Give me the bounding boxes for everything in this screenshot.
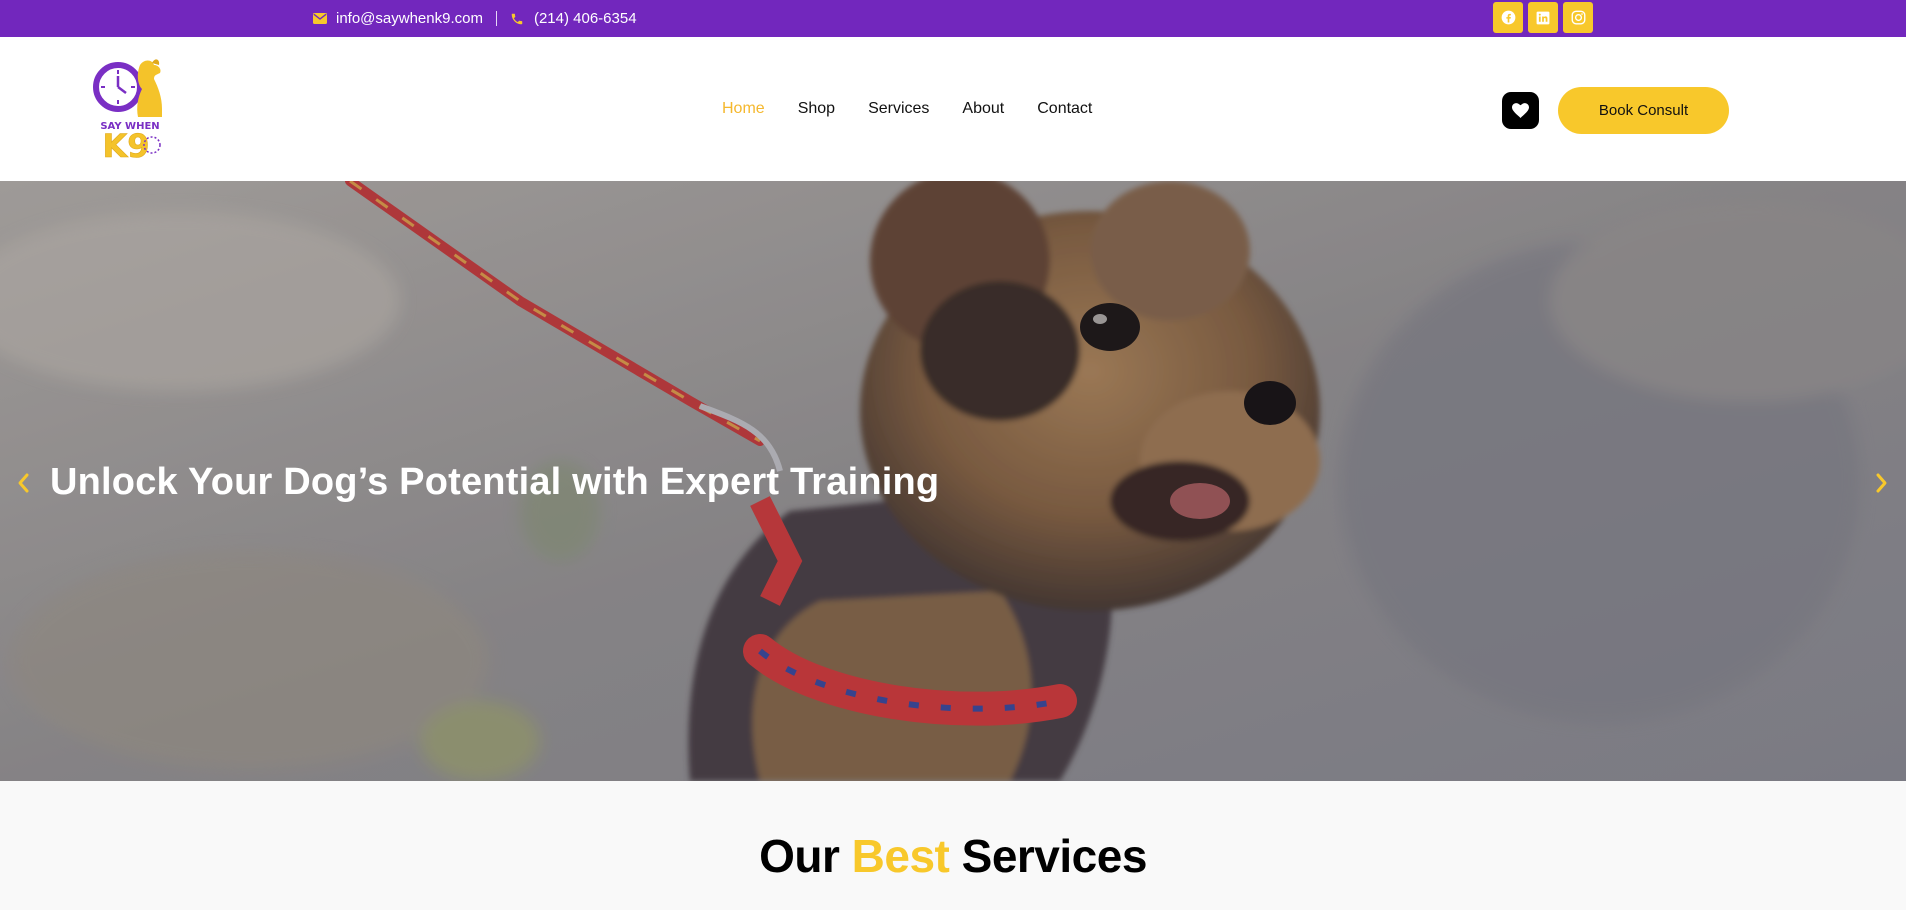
hero-slider: Unlock Your Dog’s Potential with Expert … <box>0 181 1906 781</box>
chevron-right-icon <box>1875 472 1889 494</box>
services-title-accent: Best <box>851 830 950 882</box>
linkedin-icon[interactable] <box>1528 2 1558 33</box>
nav-contact[interactable]: Contact <box>1037 100 1092 118</box>
envelope-icon <box>312 11 327 26</box>
heart-icon <box>1512 103 1529 118</box>
social-links <box>1493 2 1593 33</box>
phone-text: (214) 406-6354 <box>533 10 637 27</box>
services-title-part1: Our <box>759 830 840 882</box>
nav-services[interactable]: Services <box>868 100 929 118</box>
slider-prev-button[interactable] <box>11 468 35 498</box>
hero-heading: Unlock Your Dog’s Potential with Expert … <box>50 461 940 503</box>
slider-next-button[interactable] <box>1870 468 1894 498</box>
services-title: Our Best Services <box>0 829 1906 883</box>
contact-divider <box>495 11 497 26</box>
book-consult-button[interactable]: Book Consult <box>1558 87 1729 134</box>
services-section: Our Best Services <box>0 781 1906 910</box>
chevron-left-icon <box>16 472 30 494</box>
nav-about[interactable]: About <box>962 100 1004 118</box>
nav-home[interactable]: Home <box>722 100 765 118</box>
services-title-part2: Services <box>961 830 1148 882</box>
nav-shop[interactable]: Shop <box>798 100 835 118</box>
instagram-icon[interactable] <box>1563 2 1593 33</box>
site-logo[interactable]: SAY WHEN K9 <box>92 57 170 165</box>
email-link[interactable]: info@saywhenk9.com <box>312 10 483 27</box>
site-header: SAY WHEN K9 Home Shop Services About Con… <box>0 37 1906 181</box>
wishlist-button[interactable] <box>1502 92 1539 129</box>
svg-text:K9: K9 <box>102 127 149 161</box>
email-text: info@saywhenk9.com <box>336 10 483 27</box>
phone-icon <box>510 11 525 26</box>
contact-info: info@saywhenk9.com (214) 406-6354 <box>312 0 637 37</box>
phone-link[interactable]: (214) 406-6354 <box>510 10 637 27</box>
main-nav: Home Shop Services About Contact <box>722 37 1092 181</box>
top-bar: info@saywhenk9.com (214) 406-6354 <box>0 0 1906 37</box>
facebook-icon[interactable] <box>1493 2 1523 33</box>
